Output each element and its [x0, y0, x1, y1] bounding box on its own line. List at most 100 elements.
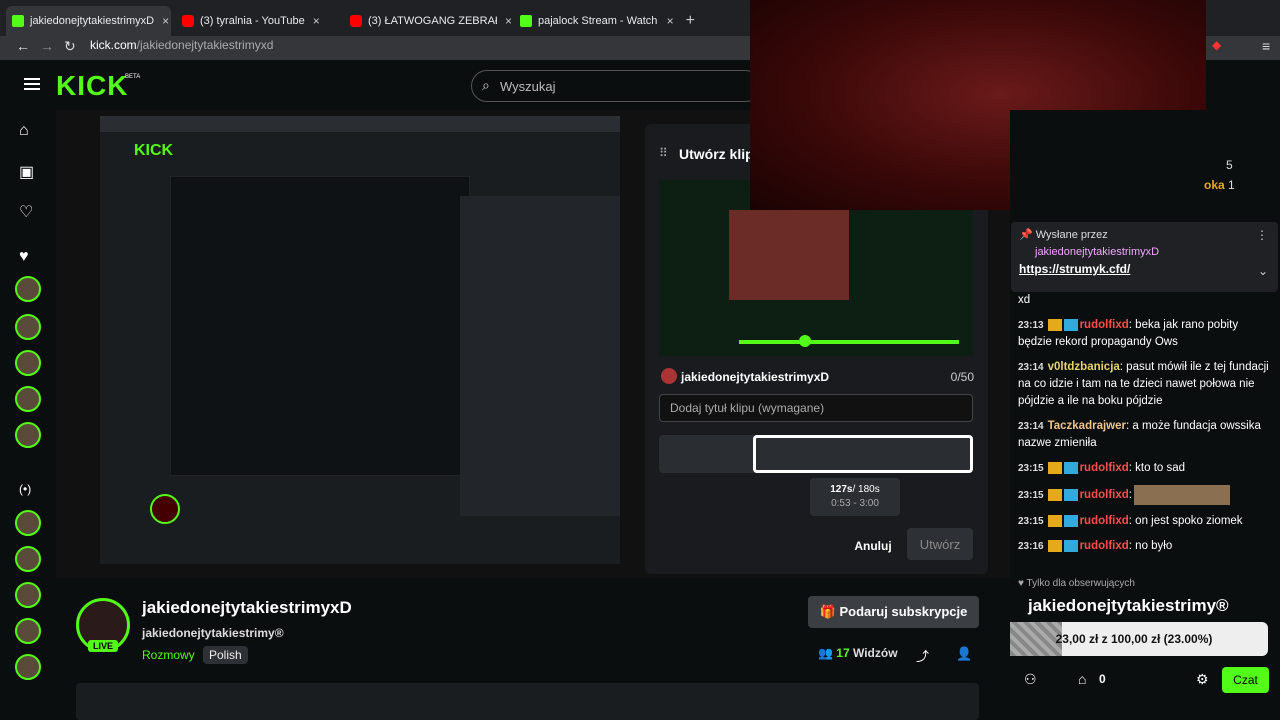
goal-text: 23,00 zł z 100,00 zł (23.00%) — [1055, 632, 1213, 646]
hamburger-menu-icon[interactable] — [24, 78, 40, 90]
chat-message: 23:16 rudolfixd: no było — [1018, 538, 1272, 555]
channel-name[interactable]: jakiedonejtytakiestrimyxD — [142, 598, 352, 618]
chat-message: 23:14 Taczkadrajwer: a może fundacja owss… — [1018, 418, 1272, 452]
follow-user-icon[interactable]: 👤 — [956, 646, 972, 662]
live-badge: LIVE — [88, 640, 119, 652]
message-time: 23:16 — [1018, 541, 1044, 552]
message-nick[interactable]: Taczkadrajwer — [1048, 420, 1126, 432]
followed-channel-avatar[interactable] — [15, 386, 41, 412]
extension-icon[interactable]: ◆ — [1212, 38, 1221, 52]
tab-title: (3) ŁATWOGANG ZEBRAŁ PONA — [368, 15, 497, 27]
share-icon[interactable]: ⤴ — [916, 646, 929, 665]
message-nick[interactable]: rudolfixd — [1080, 540, 1129, 552]
create-clip-button[interactable]: Utwórz — [907, 528, 973, 560]
message-time: 23:15 — [1018, 516, 1044, 527]
close-tab-icon[interactable]: × — [505, 14, 512, 28]
followed-channel-avatar[interactable] — [15, 350, 41, 376]
drag-handle-icon[interactable]: ⠿ — [659, 146, 668, 160]
leaderboard-name: oka — [1204, 178, 1225, 192]
followed-channel-avatar[interactable] — [15, 276, 41, 302]
message-nick[interactable]: rudolfixd — [1080, 319, 1129, 331]
search-input[interactable] — [500, 77, 720, 95]
message-time: 23:15 — [1018, 463, 1044, 474]
url-path: /jakiedonejtytakiestrimyxd — [136, 38, 274, 52]
nested-screen-capture: KICK — [100, 116, 620, 564]
crown-badge-icon — [1047, 539, 1062, 552]
pinned-header: 📌 Wysłane przez — [1019, 229, 1108, 241]
tab-title: pajalock Stream - Watch Live o — [538, 15, 659, 27]
tab-title: (3) tyralnia - YouTube — [200, 15, 305, 27]
cancel-button[interactable]: Anuluj — [845, 534, 901, 558]
recommended-icon: (•) — [19, 482, 32, 496]
recommended-channel-avatar[interactable] — [15, 654, 41, 680]
gift-icon: 🎁 — [819, 604, 840, 619]
send-chat-button[interactable]: Czat — [1222, 667, 1269, 693]
message-time: 23:14 — [1018, 421, 1044, 432]
clip-timeline[interactable] — [659, 435, 973, 473]
message-time: 23:15 — [1018, 490, 1044, 502]
crown-badge-icon — [1047, 318, 1062, 331]
url-host: kick.com — [90, 38, 137, 52]
clip-channel-name: jakiedonejtytakiestrimyxD — [681, 370, 830, 384]
language-tag[interactable]: Polish — [203, 646, 248, 664]
gift-subscription-button[interactable]: 🎁 Podaruj subskrypcje — [808, 596, 979, 628]
sidebar: ⌂ ▣ ♡ ♥ (•) — [0, 110, 56, 720]
viewer-count: 👥 17 Widzów — [818, 646, 898, 660]
message-nick[interactable]: v0ltdzbanicja — [1048, 361, 1120, 373]
recommended-channel-avatar[interactable] — [15, 582, 41, 608]
browser-tab[interactable]: (3) ŁATWOGANG ZEBRAŁ PONA × — [350, 8, 512, 34]
stream-overlay-name: jakiedonejtytakiestrimy® — [1028, 596, 1229, 615]
pinned-message[interactable]: 📌 Wysłane przez jakiedonejtytakiestrimyx… — [1011, 222, 1278, 292]
clip-title-input[interactable] — [659, 394, 973, 422]
category-link[interactable]: Rozmowy — [142, 648, 195, 662]
menu-icon[interactable]: ≡ — [1262, 38, 1270, 54]
followed-channel-avatar[interactable] — [15, 314, 41, 340]
recommended-channel-avatar[interactable] — [15, 546, 41, 572]
following-icon[interactable]: ♡ — [19, 202, 33, 222]
subscriber-badge-icon — [1063, 539, 1078, 552]
message-nick[interactable]: rudolfixd — [1080, 462, 1129, 474]
new-tab-icon[interactable]: + — [686, 12, 695, 30]
followed-channels-icon: ♥ — [19, 248, 29, 265]
chat-message: 23:15 rudolfixd: on jest spoko ziomek — [1018, 513, 1272, 530]
message-nick[interactable]: rudolfixd — [1080, 489, 1129, 501]
chevron-down-icon[interactable]: ⌄ — [1258, 264, 1268, 278]
recommended-channel-avatar[interactable] — [15, 510, 41, 536]
more-options-icon[interactable]: ⋮ — [1256, 228, 1268, 242]
clip-range-selector[interactable] — [753, 435, 973, 473]
subscriber-badge-icon — [1063, 318, 1078, 331]
followers-only-notice: ♥ Tylko dla obserwujących — [1018, 578, 1135, 589]
points-count: 0 — [1099, 672, 1106, 686]
forward-icon[interactable]: → — [40, 38, 54, 54]
title-char-count: 0/50 — [950, 370, 974, 384]
browser-tab[interactable]: pajalock Stream - Watch Live o × + — [520, 8, 695, 34]
close-tab-icon[interactable]: × — [313, 14, 320, 28]
tab-title: jakiedonejtytakiestrimyxD — [30, 15, 155, 27]
message-text: : no było — [1128, 540, 1173, 552]
store-icon[interactable]: ⌂ — [1078, 671, 1086, 687]
leaderboard-count: 5 — [1226, 158, 1233, 172]
reload-icon[interactable]: ↻ — [64, 38, 76, 55]
recommended-channel-avatar[interactable] — [15, 618, 41, 644]
youtube-favicon-icon — [182, 15, 194, 27]
pinned-link[interactable]: https://strumyk.cfd/ — [1019, 262, 1130, 276]
clip-duration: 127s/ 180s 0:53 - 3:00 — [810, 478, 900, 516]
url-field[interactable]: kick.com/jakiedonejtytakiestrimyxd — [90, 38, 273, 52]
chat-message: 23:14 v0ltdzbanicja: pasut mówił ile z te… — [1018, 359, 1272, 410]
close-tab-icon[interactable]: × — [162, 14, 169, 28]
emote-picker-icon[interactable]: ⚇ — [1024, 671, 1037, 688]
settings-gear-icon[interactable]: ⚙ — [1196, 671, 1209, 688]
search-box[interactable]: ⌕ — [471, 70, 761, 102]
browser-tab-active[interactable]: jakiedonejtytakiestrimyxD × — [6, 6, 171, 36]
chat-message: 23:15 rudolfixd: kto to sad — [1018, 460, 1272, 477]
browse-icon[interactable]: ▣ — [19, 162, 34, 182]
duration-total: / 180s — [852, 484, 880, 495]
home-icon[interactable]: ⌂ — [19, 122, 29, 140]
kick-logo[interactable]: KICK — [56, 70, 128, 102]
followed-channel-avatar[interactable] — [15, 422, 41, 448]
message-nick[interactable]: rudolfixd — [1080, 515, 1129, 527]
browser-tab[interactable]: (3) tyralnia - YouTube × — [182, 8, 342, 34]
back-icon[interactable]: ← — [16, 38, 30, 54]
close-tab-icon[interactable]: × — [667, 14, 674, 28]
clip-range: 0:53 - 3:00 — [831, 498, 879, 509]
